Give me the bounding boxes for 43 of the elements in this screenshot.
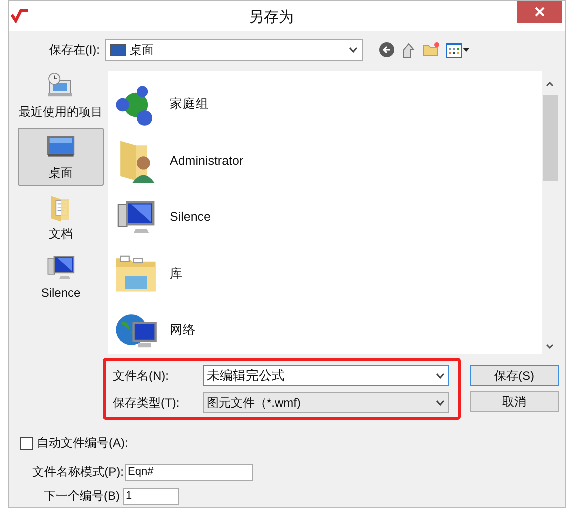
file-item[interactable]: Administrator [170,152,244,170]
scroll-up-icon [546,82,554,87]
name-pattern-field[interactable]: Eqn# [125,464,253,480]
view-menu-button[interactable] [446,42,470,58]
checkbox[interactable] [20,436,33,450]
file-item[interactable]: 库 [170,264,183,284]
auto-number-label: 自动文件编号(A): [37,435,128,452]
new-folder-icon[interactable] [423,42,440,58]
save-type-label: 保存类型(T): [113,394,181,412]
scroll-down-icon [546,344,554,349]
save-in-dropdown[interactable]: 桌面 [105,39,363,61]
dialog-button[interactable]: 保存(S) [470,365,559,386]
caret-icon [463,48,470,52]
places-item[interactable]: 最近使用的项目 [18,69,104,123]
window-title: 另存为 [249,8,294,28]
chevron-down-icon [436,372,445,378]
close-button[interactable] [517,1,562,23]
up-folder-icon[interactable] [401,42,417,58]
name-pattern-label: 文件名称模式(P): [32,464,125,481]
dialog-button[interactable]: 取消 [470,391,559,412]
grid-view-icon [446,42,462,58]
back-icon[interactable] [379,42,395,58]
chevron-down-icon [349,47,358,53]
save-in-label: 保存在(I): [48,42,101,59]
close-icon [534,7,544,17]
file-item[interactable]: Silence [170,208,211,227]
save-type-value: 图元文件（*.wmf) [207,394,302,412]
file-name-value: 未编辑完公式 [207,366,286,385]
app-logo-icon [11,9,29,23]
desktop-icon [110,44,126,56]
places-item[interactable]: 桌面 [18,128,104,186]
file-name-label: 文件名(N): [113,368,170,384]
save-in-value: 桌面 [130,42,155,59]
file-item[interactable]: 家庭组 [170,95,209,114]
next-number-field[interactable]: 1 [123,488,179,504]
file-name-field[interactable]: 未编辑完公式 [203,365,449,386]
places-item[interactable]: Silence [18,250,104,304]
next-number-label: 下一个编号(B) [43,488,121,505]
places-item[interactable]: 文档 [18,191,104,245]
save-type-dropdown[interactable]: 图元文件（*.wmf) [203,392,449,413]
file-item[interactable]: 网络 [170,320,196,340]
chevron-down-icon [436,400,445,406]
scroll-thumb[interactable] [542,95,558,181]
